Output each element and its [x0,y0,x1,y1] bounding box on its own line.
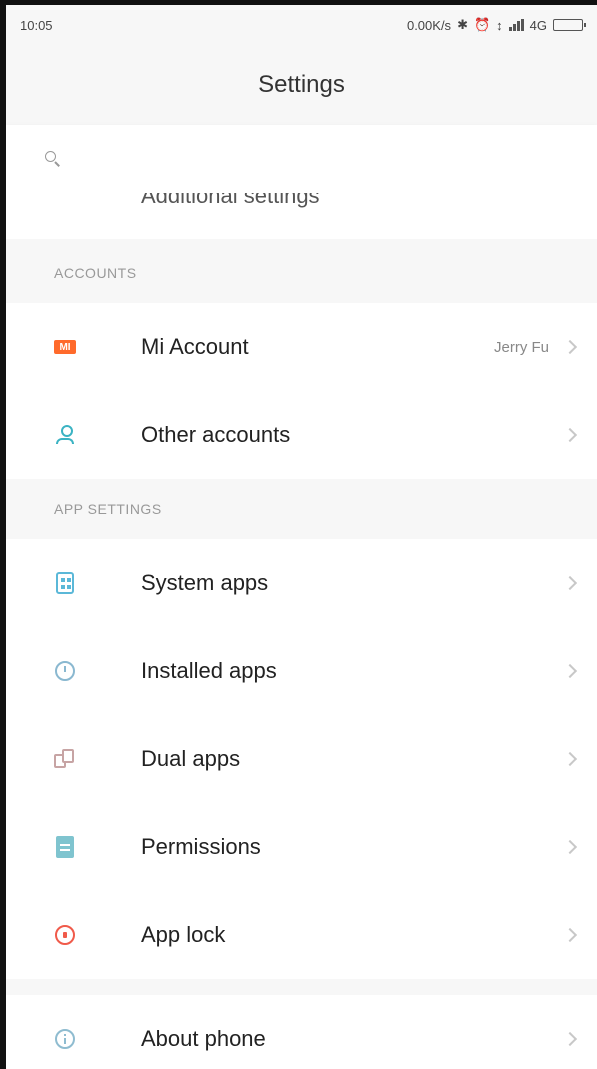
accounts-list: MI Mi Account Jerry Fu Other accounts [6,303,597,479]
list-item-additional-settings[interactable]: Additional settings [6,193,597,239]
page-title: Settings [258,71,345,98]
permission-icon [54,836,76,858]
grid-icon [54,572,76,594]
signal-icon [508,19,524,31]
list-item-app-lock[interactable]: App lock [6,891,597,979]
list-item-about-phone[interactable]: About phone [6,995,597,1069]
app-settings-list: System apps Installed apps Dual apps Per… [6,539,597,979]
chevron-right-icon [562,751,578,767]
network-type: 4G [529,17,547,33]
alarm-icon: ⏰ [473,17,491,32]
title-bar: Settings [6,60,597,110]
status-time: 10:05 [20,17,53,33]
mi-account-name: Jerry Fu [493,338,549,356]
info-icon [54,1028,76,1050]
chevron-right-icon [562,339,578,355]
list-item-label: Additional settings [141,193,320,208]
list-item-label: Dual apps [141,746,241,771]
list-item-permissions[interactable]: Permissions [6,803,597,891]
list-item-label: App lock [141,922,226,947]
status-icons: 0.00K/s ✱ ⏰ ↕ 4G [406,17,586,33]
list-item-other-accounts[interactable]: Other accounts [6,391,597,479]
list-item-label: System apps [141,570,269,595]
dual-icon [54,748,76,770]
person-icon [54,424,76,446]
list-item-label: Mi Account [141,334,249,359]
chevron-right-icon [562,663,578,679]
list-item-installed-apps[interactable]: Installed apps [6,627,597,715]
section-header-accounts: ACCOUNTS [54,265,137,281]
clock-icon [54,660,76,682]
status-bar: 10:05 0.00K/s ✱ ⏰ ↕ 4G [6,5,597,45]
list-item-mi-account[interactable]: MI Mi Account Jerry Fu [6,303,597,391]
chevron-right-icon [562,839,578,855]
wifi-icon: ↕ [496,17,503,33]
list-item-label: Permissions [141,834,261,859]
battery-icon [553,19,586,31]
list-item-dual-apps[interactable]: Dual apps [6,715,597,803]
list-item-label: About phone [141,1026,266,1051]
section-header-app-settings: APP SETTINGS [54,501,162,517]
chevron-right-icon [562,927,578,943]
list-item-system-apps[interactable]: System apps [6,539,597,627]
list-item-label: Other accounts [141,422,291,447]
screen: 10:05 0.00K/s ✱ ⏰ ↕ 4G Settings Addition… [0,0,597,1069]
chevron-right-icon [562,1031,578,1047]
chevron-right-icon [562,427,578,443]
list-item-label: Installed apps [141,658,277,683]
bluetooth-icon: ✱ [457,17,468,32]
mi-icon: MI [54,336,76,358]
about-list: About phone [6,995,597,1069]
search-box[interactable] [6,125,597,193]
chevron-right-icon [562,575,578,591]
network-speed: 0.00K/s [406,17,452,33]
search-icon [44,150,62,168]
lock-icon [54,924,76,946]
